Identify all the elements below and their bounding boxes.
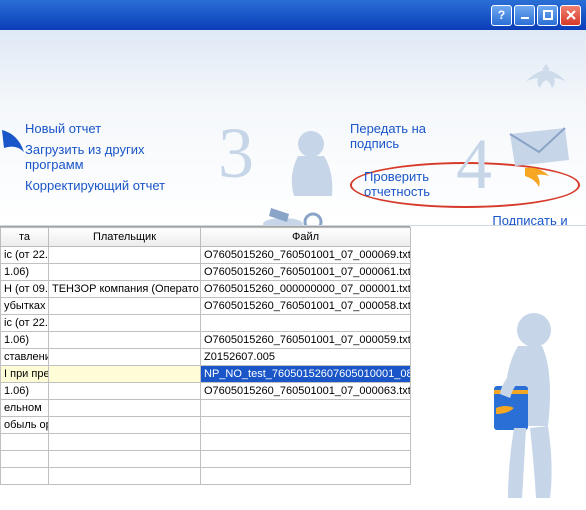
new-report-link[interactable]: Новый отчет <box>25 122 185 137</box>
reports-table[interactable]: та Плательщик Файл ic (от 22. О7605015260… <box>0 227 411 485</box>
send-to-sign-link[interactable]: Передать на подпись <box>350 122 440 152</box>
step-3: 3 <box>218 112 338 226</box>
table-cell[interactable]: ic (от 22. <box>1 247 49 264</box>
table-row[interactable]: ставлени Z0152607.005 <box>1 349 411 366</box>
step-4-number: 4 <box>456 123 492 206</box>
table-cell[interactable]: ТЕНЗОР компания (Операто <box>49 281 201 298</box>
table-cell[interactable]: ставлени <box>1 349 49 366</box>
table-cell[interactable]: ельном <box>1 400 49 417</box>
table-row[interactable] <box>1 434 411 451</box>
table-cell[interactable] <box>201 315 411 332</box>
table-cell[interactable] <box>49 332 201 349</box>
table-cell[interactable] <box>49 349 201 366</box>
table-row[interactable]: 1.06) О7605015260_760501001_07_000063.txt <box>1 383 411 400</box>
header-panel: Новый отчет Загрузить из других программ… <box>0 30 586 226</box>
table-cell[interactable]: обыль ор <box>1 417 49 434</box>
table-cell[interactable]: убытках <box>1 298 49 315</box>
table-cell[interactable] <box>201 400 411 417</box>
reports-table-wrap: та Плательщик Файл ic (от 22. О7605015260… <box>0 226 410 510</box>
table-cell[interactable] <box>49 298 201 315</box>
report-actions: Новый отчет Загрузить из других программ… <box>25 122 185 194</box>
table-cell[interactable]: ic (от 22. <box>1 315 49 332</box>
table-cell[interactable]: 1.06) <box>1 332 49 349</box>
table-cell[interactable] <box>1 451 49 468</box>
table-cell[interactable] <box>49 264 201 281</box>
table-cell[interactable] <box>49 366 201 383</box>
table-cell[interactable]: 1.06) <box>1 383 49 400</box>
col-header-file[interactable]: Файл <box>201 228 411 247</box>
col-header-payer[interactable]: Плательщик <box>49 228 201 247</box>
table-cell[interactable]: NP_NO_test_76050152607605010001_08102 <box>201 366 411 383</box>
table-cell[interactable] <box>201 451 411 468</box>
table-row[interactable]: I при пре NP_NO_test_76050152607605010001… <box>1 366 411 383</box>
table-row[interactable]: ельном <box>1 400 411 417</box>
help-icon: ? <box>498 8 505 22</box>
table-row[interactable] <box>1 468 411 485</box>
table-cell[interactable]: Z0152607.005 <box>201 349 411 366</box>
table-cell[interactable]: О7605015260_760501001_07_000058.txt <box>201 298 411 315</box>
envelope-icon <box>505 126 575 196</box>
table-cell[interactable] <box>49 417 201 434</box>
table-cell[interactable] <box>1 434 49 451</box>
table-cell[interactable]: О7605015260_760501001_07_000069.txt <box>201 247 411 264</box>
table-row[interactable]: 1.06) О7605015260_760501001_07_000059.txt <box>1 332 411 349</box>
correcting-report-link[interactable]: Корректирующий отчет <box>25 179 185 194</box>
table-header-row: та Плательщик Файл <box>1 228 411 247</box>
maximize-button[interactable] <box>537 5 558 26</box>
minimize-button[interactable] <box>514 5 535 26</box>
table-cell[interactable] <box>201 468 411 485</box>
table-cell[interactable] <box>49 400 201 417</box>
table-cell[interactable] <box>49 383 201 400</box>
table-row[interactable]: ic (от 22. <box>1 315 411 332</box>
load-from-others-link[interactable]: Загрузить из других программ <box>25 143 185 173</box>
table-row[interactable]: убытках О7605015260_760501001_07_000058.t… <box>1 298 411 315</box>
table-cell[interactable] <box>49 247 201 264</box>
table-cell[interactable] <box>49 434 201 451</box>
table-cell[interactable] <box>201 417 411 434</box>
table-row[interactable]: обыль ор <box>1 417 411 434</box>
check-reports-link[interactable]: Проверить отчетность <box>364 170 444 200</box>
step-4: Передать на подпись Проверить отчетность… <box>340 118 580 226</box>
table-cell[interactable] <box>201 434 411 451</box>
title-bar: ? <box>0 0 586 30</box>
close-icon <box>565 9 577 21</box>
table-row[interactable]: Н (от 09.ТЕНЗОР компания (ОператоО760501… <box>1 281 411 298</box>
step-3-number: 3 <box>218 112 254 195</box>
maximize-icon <box>542 9 554 21</box>
table-cell[interactable]: I при пре <box>1 366 49 383</box>
person-folder-icon <box>426 300 586 500</box>
help-button[interactable]: ? <box>491 5 512 26</box>
table-cell[interactable] <box>49 451 201 468</box>
table-cell[interactable]: 1.06) <box>1 264 49 281</box>
table-cell[interactable] <box>49 315 201 332</box>
table-row[interactable] <box>1 451 411 468</box>
pen-icon <box>0 122 28 226</box>
col-header-1[interactable]: та <box>1 228 49 247</box>
close-button[interactable] <box>560 5 581 26</box>
table-cell[interactable]: О7605015260_760501001_07_000063.txt <box>201 383 411 400</box>
table-cell[interactable]: О7605015260_000000000_07_000001.txt <box>201 281 411 298</box>
table-cell[interactable] <box>49 468 201 485</box>
emblem-icon <box>516 60 576 96</box>
sign-and-send-link[interactable]: Подписать и отправить <box>485 214 575 226</box>
table-cell[interactable]: О7605015260_760501001_07_000059.txt <box>201 332 411 349</box>
table-cell[interactable] <box>1 468 49 485</box>
table-cell[interactable]: О7605015260_760501001_07_000061.txt <box>201 264 411 281</box>
table-row[interactable]: ic (от 22. О7605015260_760501001_07_00006… <box>1 247 411 264</box>
minimize-icon <box>519 9 531 21</box>
table-row[interactable]: 1.06) О7605015260_760501001_07_000061.txt <box>1 264 411 281</box>
table-cell[interactable]: Н (от 09. <box>1 281 49 298</box>
